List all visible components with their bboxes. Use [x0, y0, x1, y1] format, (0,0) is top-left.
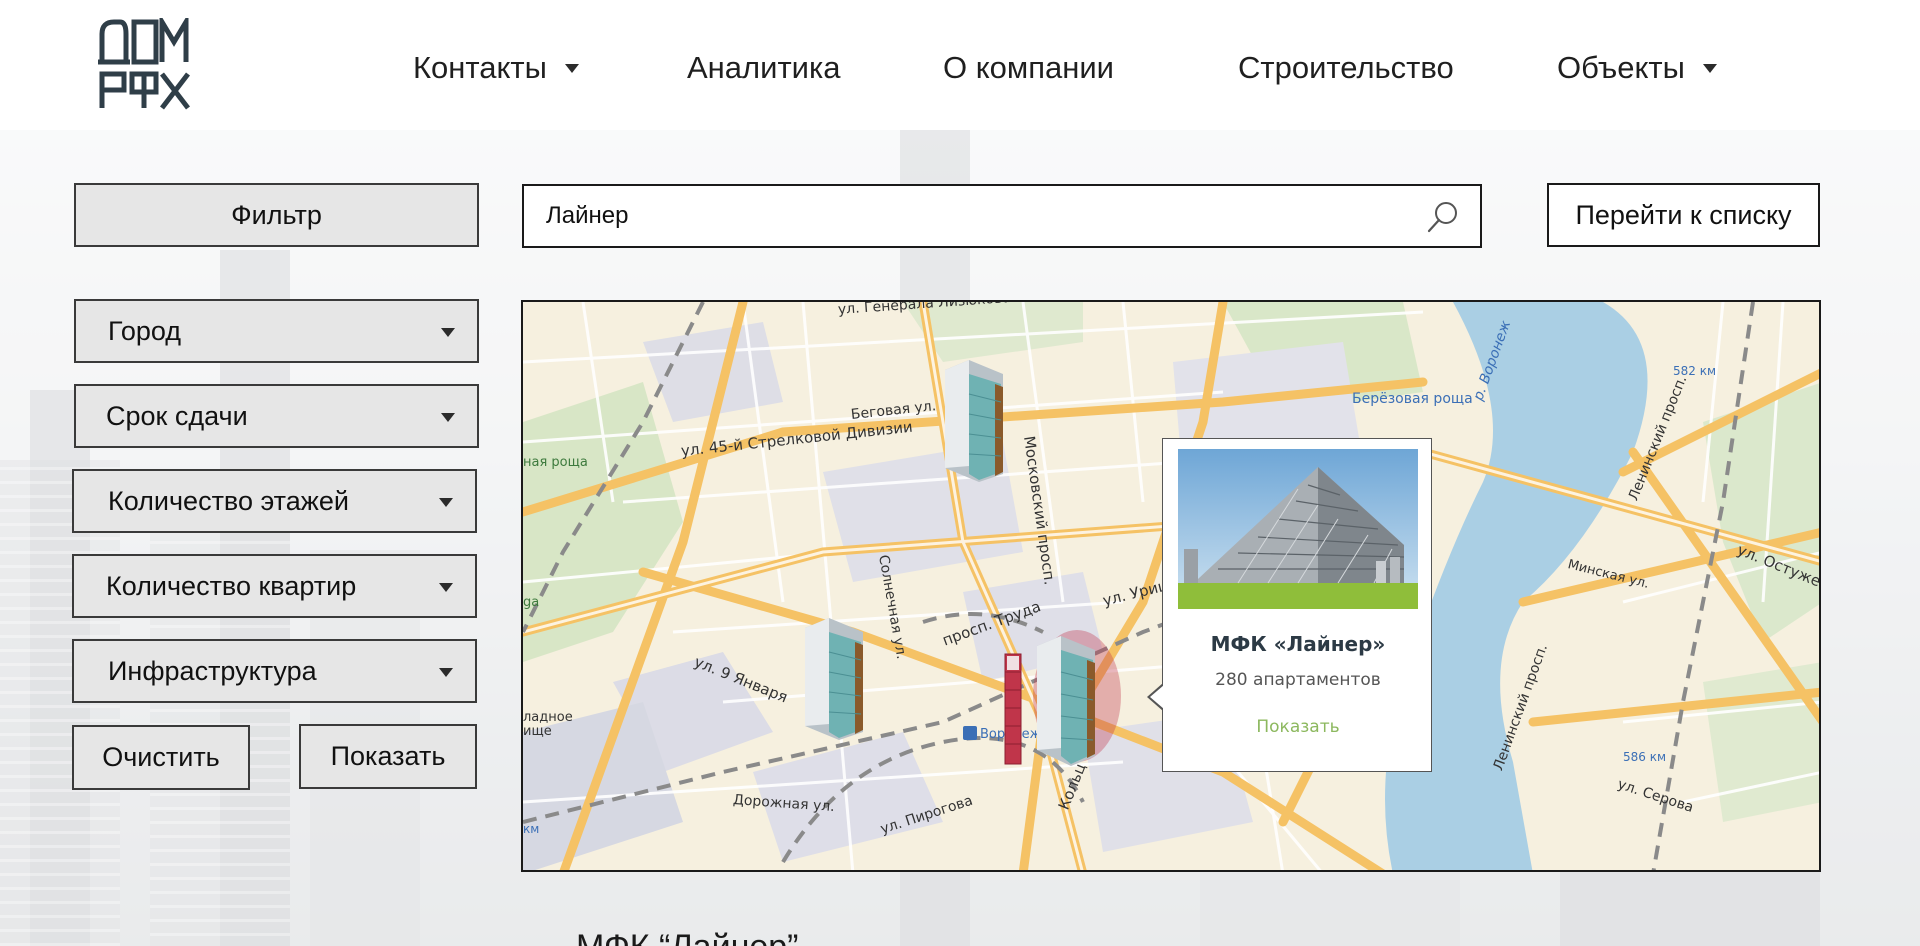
deadline-select[interactable]: Срок сдачи [74, 384, 479, 448]
map-label: ga [523, 595, 540, 610]
show-button-label: Показать [330, 741, 446, 771]
floors-select-label: Количество этажей [108, 485, 349, 516]
clear-button[interactable]: Очистить [72, 725, 250, 790]
popup-title: МФК «Лайнер» [1210, 632, 1386, 656]
object-photo [1178, 449, 1418, 609]
filter-button[interactable]: Фильтр [74, 183, 479, 247]
infrastructure-select[interactable]: Инфраструктура [72, 639, 477, 703]
map-label: 586 км [1623, 750, 1667, 764]
floors-select[interactable]: Количество этажей [72, 469, 477, 533]
site-header: Контакты Аналитика О компании Строительс… [0, 0, 1920, 130]
infrastructure-select-label: Инфраструктура [108, 655, 317, 686]
map-label: км [523, 822, 540, 836]
nav-about[interactable]: О компании [943, 48, 1114, 88]
clear-button-label: Очистить [102, 742, 220, 772]
city-select-label: Город [108, 315, 182, 346]
chevron-down-icon [439, 668, 453, 677]
map-label: ладное [523, 710, 573, 725]
result-title: МФК “Лайнер” [576, 928, 799, 946]
apartments-select[interactable]: Количество квартир [72, 554, 477, 618]
selected-building-marker[interactable] [1003, 626, 1123, 778]
chevron-down-icon [441, 413, 455, 422]
building-marker[interactable] [803, 612, 875, 742]
train-station-icon [963, 726, 977, 740]
object-popup: МФК «Лайнер» 280 апартаментов Показать [1147, 438, 1433, 772]
go-to-list-label: Перейти к списку [1575, 199, 1792, 230]
nav-analytics[interactable]: Аналитика [687, 48, 840, 88]
search-input[interactable] [546, 202, 1406, 230]
deadline-select-label: Срок сдачи [106, 400, 248, 431]
chevron-down-icon [441, 328, 455, 337]
building-marker[interactable] [943, 354, 1015, 484]
search-icon[interactable] [1426, 200, 1460, 234]
chevron-down-icon [439, 583, 453, 592]
nav-objects-label: Объекты [1557, 50, 1685, 85]
nav-contacts[interactable]: Контакты [413, 48, 579, 88]
nav-about-label: О компании [943, 50, 1114, 85]
nav-construction[interactable]: Строительство [1238, 48, 1454, 88]
popup-show-link[interactable]: Показать [1163, 717, 1433, 737]
nav-objects[interactable]: Объекты [1557, 48, 1717, 88]
show-button[interactable]: Показать [299, 724, 477, 789]
chevron-down-icon [1702, 63, 1717, 73]
map-label: ная роща [523, 455, 588, 470]
popup-subtitle: 280 апартаментов [1215, 670, 1381, 690]
go-to-list-button[interactable]: Перейти к списку [1547, 183, 1820, 247]
city-select[interactable]: Город [74, 299, 479, 363]
dom-rf-logo[interactable] [98, 18, 192, 110]
filter-button-label: Фильтр [231, 199, 322, 230]
search-box [522, 184, 1482, 248]
chevron-down-icon [439, 498, 453, 507]
nav-contacts-label: Контакты [413, 50, 547, 85]
map-label: Берёзовая роща [1352, 391, 1473, 407]
nav-construction-label: Строительство [1238, 50, 1454, 85]
chevron-down-icon [564, 63, 579, 73]
map-label: ище [523, 724, 552, 739]
apartments-select-label: Количество квартир [106, 570, 357, 601]
nav-analytics-label: Аналитика [687, 50, 841, 85]
